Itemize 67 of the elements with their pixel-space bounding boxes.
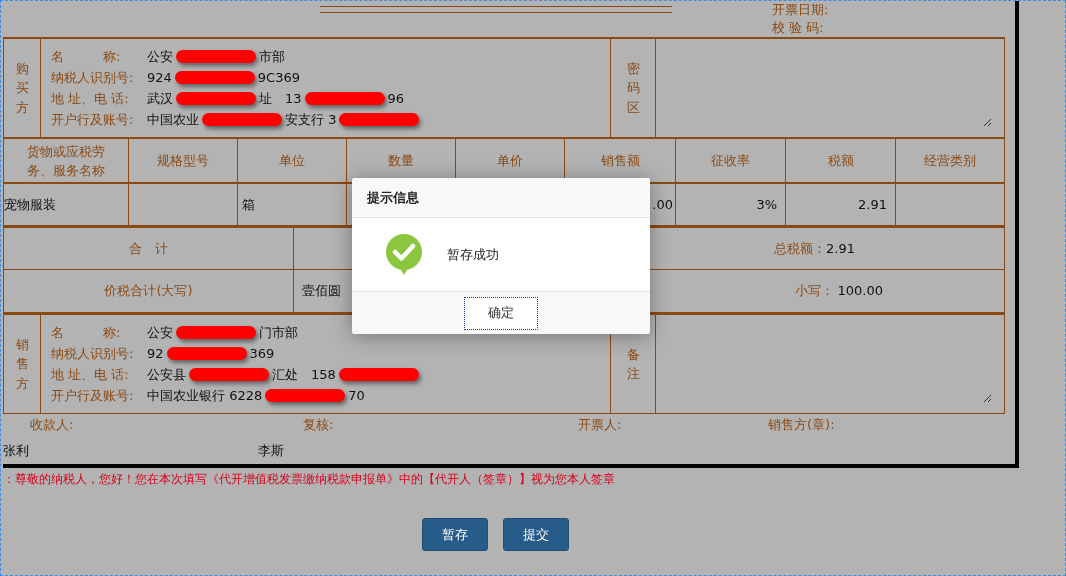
field-value: 安支行 3: [285, 110, 337, 129]
resize-grip-icon: [983, 394, 992, 403]
field-value: 9C369: [257, 68, 300, 87]
signature-label: 开票人:: [578, 416, 623, 434]
tax-total-value: 2.91: [826, 239, 855, 258]
field-value: 门市部: [259, 323, 298, 342]
field-value: 96: [387, 89, 405, 108]
column-header: 货物或应税劳务、服务名称: [26, 142, 106, 180]
field-label: 纳税人识别号:: [51, 344, 135, 363]
grand-total-words: 壹佰圆: [302, 282, 341, 300]
table-cell: 宠物服装: [4, 195, 56, 214]
small-total-value: 100.00: [837, 282, 883, 300]
side-label: 销售方: [15, 335, 29, 393]
column-header: 单位: [279, 152, 305, 170]
field-value: 公安: [147, 47, 173, 66]
dialog-message: 暂存成功: [447, 245, 499, 264]
column-header: 单价: [497, 152, 523, 170]
field-value: 武汉: [147, 89, 173, 108]
field-value: 70: [348, 386, 365, 405]
table-cell: 箱: [242, 195, 255, 214]
field-value: 址 13: [259, 89, 302, 108]
field-label: 名 称:: [51, 323, 122, 342]
column-header: 税额: [827, 152, 854, 170]
date-label: 开票日期:: [772, 1, 830, 19]
success-check-icon: [385, 233, 423, 276]
tax-total-label: 总税额：: [774, 239, 826, 258]
grand-total-label: 价税合计(大写): [104, 282, 193, 300]
submit-button[interactable]: 提交: [503, 518, 569, 551]
field-value: 369: [249, 344, 275, 363]
small-total-label: 小写：: [794, 282, 834, 300]
field-label: 名 称:: [51, 47, 122, 66]
field-value: 中国农业银行 6228: [147, 386, 263, 405]
field-label: 开户行及账号:: [51, 110, 135, 129]
column-header: 销售额: [600, 152, 640, 170]
table-cell: 3%: [756, 195, 777, 214]
save-draft-button[interactable]: 暂存: [422, 518, 488, 551]
side-label: 备注: [626, 345, 640, 383]
check-code-label: 校 验 码:: [772, 19, 825, 37]
field-value: 市部: [259, 47, 285, 66]
field-label: 地 址、电 话:: [51, 365, 130, 384]
field-value: 公安: [147, 323, 173, 342]
signature-label: 复核:: [303, 416, 335, 434]
column-header: 规格型号: [157, 152, 209, 170]
field-value: 公安县: [147, 365, 186, 384]
column-header: 数量: [388, 152, 414, 170]
signature-name: 李斯: [258, 442, 285, 460]
column-header: 经营类别: [924, 152, 976, 170]
column-header: 征收率: [711, 152, 750, 170]
resize-grip-icon: [983, 118, 992, 127]
confirm-button[interactable]: 确定: [464, 296, 538, 330]
notice-text: ：尊敬的纳税人，您好！您在本次填写《代开增值税发票缴纳税款申报单》中的【代开人（签章）】视为您本人签章: [3, 471, 616, 488]
signature-label: 收款人:: [30, 416, 75, 434]
field-value: 92: [147, 344, 164, 363]
field-value: 汇处 158: [272, 365, 336, 384]
field-label: 纳税人识别号:: [51, 68, 135, 87]
field-value: 中国农业: [147, 110, 199, 129]
signature-label: 销售方(章):: [768, 416, 836, 434]
field-label: 开户行及账号:: [51, 386, 135, 405]
signature-name: 张利: [3, 442, 30, 460]
table-cell: 2.91: [858, 195, 887, 214]
table-cell: .00: [652, 195, 673, 214]
dialog-title: 提示信息: [367, 188, 419, 207]
field-label: 地 址、电 话:: [51, 89, 130, 108]
field-value: 924: [147, 68, 172, 87]
side-label: 密码区: [626, 59, 640, 117]
side-label: 购买方: [15, 59, 29, 117]
total-label: 合 计: [129, 239, 168, 258]
